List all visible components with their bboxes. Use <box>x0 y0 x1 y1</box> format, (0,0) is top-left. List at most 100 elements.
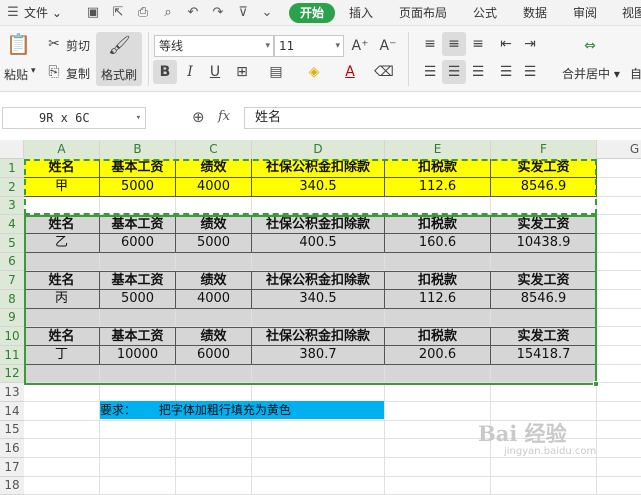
file-menu[interactable]: 文件 ⌄ <box>24 0 62 26</box>
border-icon[interactable]: ⊞ <box>232 62 252 82</box>
data-cell[interactable]: 5000 <box>176 234 252 253</box>
align-bottom-icon[interactable]: ≡ <box>468 34 488 54</box>
header-cell[interactable]: 绩效 <box>176 271 252 290</box>
empty-cell[interactable] <box>176 253 252 271</box>
save-icon[interactable]: ▣ <box>84 4 102 22</box>
tab-page-layout[interactable]: 页面布局 <box>399 0 447 26</box>
data-cell[interactable]: 10438.9 <box>491 234 597 253</box>
empty-cell[interactable] <box>491 197 597 215</box>
row-header-16[interactable]: 16 <box>0 439 24 458</box>
data-cell[interactable]: 10000 <box>100 346 176 365</box>
header-cell[interactable]: 扣税款 <box>385 327 491 346</box>
export-icon[interactable]: ⇱ <box>109 4 127 22</box>
empty-cell[interactable] <box>24 383 100 402</box>
tab-data[interactable]: 数据 <box>523 0 547 26</box>
header-cell[interactable]: 社保公积金扣除款 <box>252 215 385 234</box>
underline-button[interactable]: U <box>205 62 225 82</box>
empty-cell[interactable] <box>385 253 491 271</box>
empty-cell[interactable] <box>252 197 385 215</box>
header-cell[interactable]: 扣税款 <box>385 215 491 234</box>
header-cell[interactable]: 基本工资 <box>100 159 176 178</box>
header-cell[interactable]: 社保公积金扣除款 <box>252 271 385 290</box>
font-name-select[interactable]: 等线 ▾ <box>154 35 274 57</box>
print-icon[interactable]: ⎙ <box>134 4 152 22</box>
data-cell[interactable]: 6000 <box>100 234 176 253</box>
formula-input[interactable]: 姓名 <box>244 107 641 129</box>
tab-insert[interactable]: 插入 <box>349 0 373 26</box>
empty-cell[interactable] <box>100 477 176 495</box>
header-cell[interactable]: 姓名 <box>24 271 100 290</box>
empty-cell[interactable] <box>100 253 176 271</box>
fx-icon[interactable]: fx <box>218 109 230 124</box>
tab-formulas[interactable]: 公式 <box>473 0 497 26</box>
header-cell[interactable]: 社保公积金扣除款 <box>252 159 385 178</box>
empty-cell[interactable] <box>176 439 252 458</box>
data-cell[interactable]: 8546.9 <box>491 290 597 309</box>
empty-cell[interactable] <box>176 477 252 495</box>
print-preview-icon[interactable]: ⌕ <box>159 4 177 22</box>
header-cell[interactable]: 实发工资 <box>491 271 597 290</box>
paste-button[interactable]: 粘贴 <box>4 66 28 83</box>
empty-cell[interactable] <box>491 365 597 383</box>
cut-icon[interactable]: ✂ <box>44 34 64 54</box>
header-cell[interactable]: 基本工资 <box>100 271 176 290</box>
header-cell[interactable]: 扣税款 <box>385 159 491 178</box>
redo-icon[interactable]: ↷ <box>209 4 227 22</box>
empty-cell[interactable] <box>597 383 641 402</box>
column-header-c[interactable]: C <box>176 140 252 159</box>
row-header-4[interactable]: 4 <box>0 215 24 234</box>
font-shrink-icon[interactable]: A⁻ <box>378 36 398 56</box>
justify-icon[interactable]: ☰ <box>496 62 516 82</box>
clear-format-icon[interactable]: ⌫ <box>374 62 394 82</box>
indent-increase-icon[interactable]: ⇥ <box>520 34 540 54</box>
data-cell[interactable]: 乙 <box>24 234 100 253</box>
empty-cell[interactable] <box>385 458 491 477</box>
header-cell[interactable]: 实发工资 <box>491 159 597 178</box>
empty-cell[interactable] <box>597 365 641 383</box>
align-right-icon[interactable]: ☰ <box>468 62 488 82</box>
row-header-7[interactable]: 7 <box>0 271 24 290</box>
empty-cell[interactable] <box>385 365 491 383</box>
empty-cell[interactable] <box>100 197 176 215</box>
header-cell[interactable]: 实发工资 <box>491 327 597 346</box>
column-header-a[interactable]: A <box>24 140 100 159</box>
paste-icon[interactable]: 📋 <box>6 34 31 58</box>
row-header-15[interactable]: 15 <box>0 421 24 439</box>
indent-decrease-icon[interactable]: ⇤ <box>496 34 516 54</box>
data-cell[interactable]: 200.6 <box>385 346 491 365</box>
empty-cell[interactable] <box>176 421 252 439</box>
empty-cell[interactable] <box>385 477 491 495</box>
empty-cell[interactable] <box>491 383 597 402</box>
data-cell[interactable]: 8546.9 <box>491 178 597 197</box>
empty-cell[interactable] <box>24 458 100 477</box>
empty-cell[interactable] <box>597 309 641 327</box>
name-box[interactable]: 9R x 6C ▾ <box>2 107 146 129</box>
data-cell[interactable]: 5000 <box>100 290 176 309</box>
data-cell[interactable]: 400.5 <box>252 234 385 253</box>
empty-cell[interactable] <box>100 309 176 327</box>
empty-cell[interactable] <box>100 365 176 383</box>
row-header-1[interactable]: 1 <box>0 159 24 178</box>
data-cell[interactable]: 160.6 <box>385 234 491 253</box>
empty-cell[interactable] <box>176 458 252 477</box>
requirement-note[interactable]: 要求： 把字体加粗行填充为黄色 <box>100 401 384 419</box>
column-header-b[interactable]: B <box>100 140 176 159</box>
header-cell[interactable]: 社保公积金扣除款 <box>252 327 385 346</box>
empty-cell[interactable] <box>252 365 385 383</box>
row-header-2[interactable]: 2 <box>0 178 24 197</box>
row-header-3[interactable]: 3 <box>0 197 24 215</box>
empty-cell[interactable] <box>100 383 176 402</box>
undo-icon[interactable]: ↶ <box>184 4 202 22</box>
empty-cell[interactable] <box>597 178 641 197</box>
header-cell[interactable]: 绩效 <box>176 327 252 346</box>
distribute-icon[interactable]: ☰ <box>520 62 540 82</box>
empty-cell[interactable] <box>252 439 385 458</box>
empty-cell[interactable] <box>597 327 641 346</box>
data-cell[interactable]: 340.5 <box>252 178 385 197</box>
header-cell[interactable]: 实发工资 <box>491 215 597 234</box>
empty-cell[interactable] <box>252 309 385 327</box>
empty-cell[interactable] <box>597 159 641 178</box>
empty-cell[interactable] <box>385 383 491 402</box>
menu-icon[interactable]: ☰ <box>4 4 22 22</box>
empty-cell[interactable] <box>176 309 252 327</box>
